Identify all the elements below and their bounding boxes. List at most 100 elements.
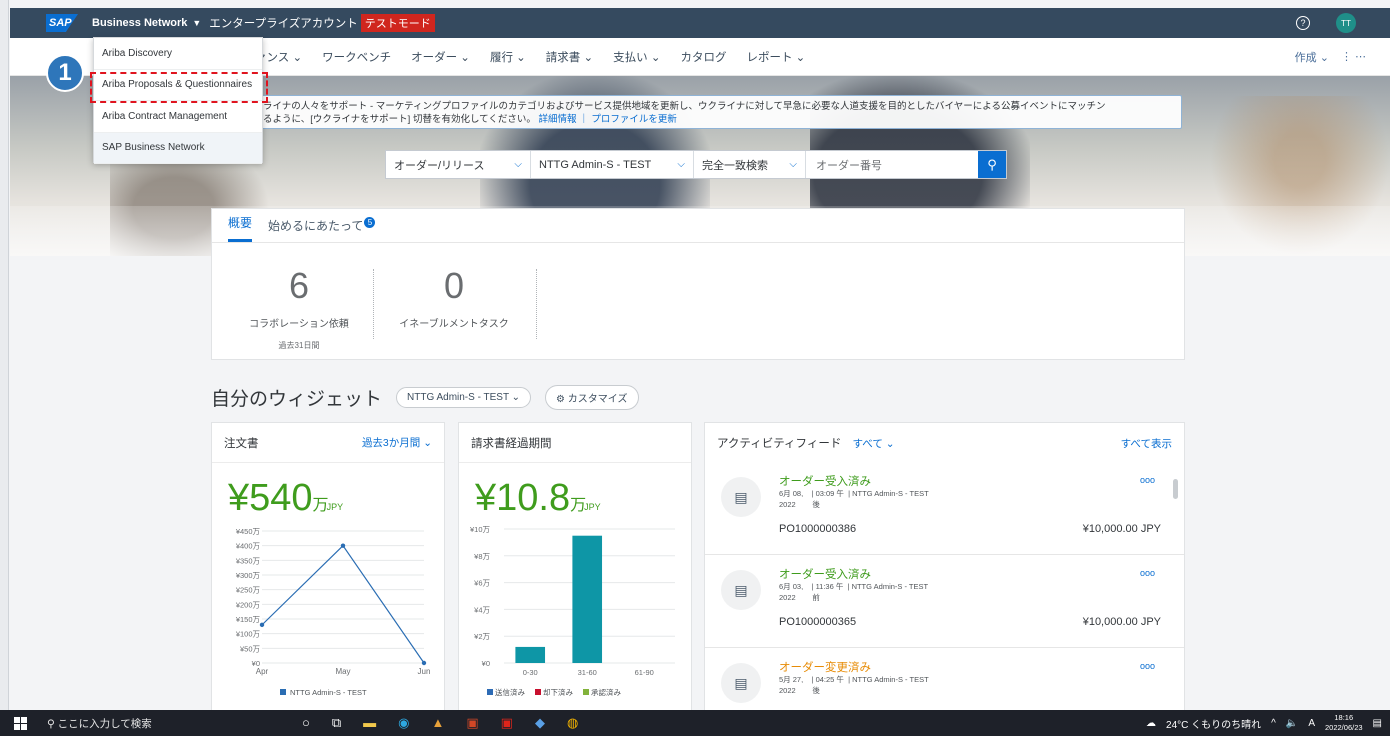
- account-type: エンタープライズアカウント: [209, 18, 358, 30]
- chrome-icon[interactable]: ◍: [567, 715, 578, 731]
- metric-collaboration[interactable]: 6 コラボレーション依頼 過去31日間: [228, 265, 370, 351]
- notification-badge: 5: [364, 217, 376, 228]
- invoice-title: 請求書経過期間: [471, 437, 552, 450]
- nav-item[interactable]: レポート ⌄: [746, 49, 805, 65]
- y-tick-label: ¥250万: [236, 586, 261, 595]
- show-all-link[interactable]: すべて表示: [1121, 436, 1172, 451]
- customize-button[interactable]: ⚙ カスタマイズ: [545, 385, 639, 410]
- help-icon[interactable]: ?: [1296, 16, 1310, 30]
- data-point: [421, 660, 427, 666]
- widgets-title: 自分のウィジェット: [211, 389, 383, 410]
- business-network-title[interactable]: Business Network: [92, 17, 187, 29]
- create-button[interactable]: 作成 ⌄: [1295, 49, 1329, 65]
- app-icon[interactable]: ▲: [432, 715, 445, 731]
- chevron-down-icon: ⌵: [677, 159, 685, 170]
- browser-edge: [0, 0, 9, 736]
- metric-enablement[interactable]: 0 イネーブルメントタスク: [384, 265, 524, 330]
- y-tick-label: ¥6万: [474, 579, 490, 588]
- feed-item-po[interactable]: PO1000000386: [779, 523, 856, 535]
- edge-icon[interactable]: ◉: [398, 715, 409, 731]
- more-actions-icon[interactable]: ⋮ ⋯: [1341, 50, 1366, 63]
- x-tick-label: Jun: [418, 667, 431, 676]
- avatar[interactable]: TT: [1336, 13, 1356, 33]
- legend-label: 送信済み: [495, 687, 525, 697]
- menu-item-sap-business-network[interactable]: SAP Business Network: [94, 132, 262, 164]
- period-select[interactable]: 過去3か月間 ⌄: [362, 435, 432, 450]
- acrobat-icon[interactable]: ▣: [501, 715, 513, 731]
- feed-item-title[interactable]: オーダー受入済み: [779, 566, 871, 582]
- feed-item-title[interactable]: オーダー受入済み: [779, 473, 871, 489]
- more-options-icon[interactable]: ooo: [1140, 568, 1155, 578]
- feed-item-title[interactable]: オーダー変更済み: [779, 659, 871, 675]
- feed-item-amount: ¥10,000.00 JPY: [1082, 616, 1161, 628]
- nav-item[interactable]: オーダー ⌄: [411, 49, 470, 65]
- powerpoint-icon[interactable]: ▣: [466, 715, 478, 731]
- search-icon: ⚲: [987, 156, 997, 172]
- widgets-header: 自分のウィジェット NTTG Admin-S - TEST ⌄ ⚙ カスタマイズ: [211, 384, 639, 411]
- order-number-input[interactable]: オーダー番号: [806, 151, 978, 178]
- search-bar: オーダー/リリース ⌵ NTTG Admin-S - TEST ⌵ 完全一致検索 ⌵ …: [385, 150, 1007, 179]
- ime-indicator[interactable]: A: [1308, 718, 1315, 729]
- y-tick-label: ¥8万: [474, 552, 490, 561]
- taskbar-search[interactable]: ⚲ ここに入力して検索: [47, 716, 152, 731]
- orders-amount: ¥540万JPY: [228, 477, 344, 519]
- tab-getting-started[interactable]: 始めるにあたって 5: [268, 217, 376, 242]
- invoice-aging-widget: 請求書経過期間 ¥10.8万JPY ¥0 ¥2万 ¥4万 ¥6万 ¥8万 ¥10万 0-30…: [458, 422, 692, 712]
- more-options-icon[interactable]: ooo: [1140, 475, 1155, 485]
- notification-icon[interactable]: ▤: [1373, 718, 1382, 729]
- menu-item-ariba-discovery[interactable]: Ariba Discovery: [94, 38, 262, 70]
- weather-text[interactable]: 24°C くもりのち晴れ: [1166, 716, 1261, 731]
- app-icon-2[interactable]: ◆: [535, 715, 545, 731]
- y-tick-label: ¥200万: [236, 600, 261, 609]
- customer-filter-pill[interactable]: NTTG Admin-S - TEST ⌄: [396, 387, 532, 408]
- windows-start-icon[interactable]: [14, 716, 27, 730]
- more-info-link[interactable]: 詳細情報: [539, 114, 577, 125]
- caret-down-icon[interactable]: ▼: [192, 18, 201, 28]
- legend-label: NTTG Admin-S - TEST: [290, 688, 367, 697]
- cortana-icon[interactable]: ○: [302, 715, 310, 731]
- sap-logo[interactable]: SAP: [46, 14, 78, 32]
- banner-line2: るように、[ウクライナをサポート] 切替を有効化してください。: [263, 114, 536, 125]
- clock[interactable]: 18:16 2022/06/23: [1325, 713, 1363, 733]
- search-button[interactable]: ⚲: [978, 151, 1006, 178]
- customer-select[interactable]: NTTG Admin-S - TEST ⌵: [531, 151, 694, 178]
- orders-widget: 注文書 過去3か月間 ⌄ ¥540万JPY ¥0 ¥50万 ¥100万 ¥150万 ¥20…: [211, 422, 445, 712]
- nav-item[interactable]: 請求書 ⌄: [546, 49, 593, 65]
- tab-overview[interactable]: 概要: [228, 214, 253, 242]
- feed-filter[interactable]: すべて ⌄: [853, 438, 895, 450]
- feed-item[interactable]: ▤ オーダー受入済み 6月 08, | 03:09 午 | NTTG Admin…: [705, 463, 1184, 555]
- tray-chevron-icon[interactable]: ^: [1271, 718, 1276, 729]
- update-profile-link[interactable]: プロファイルを更新: [591, 114, 677, 125]
- match-type-select[interactable]: 完全一致検索 ⌵: [694, 151, 806, 178]
- file-explorer-icon[interactable]: ▬: [363, 715, 376, 731]
- test-mode-badge: テストモード: [360, 14, 435, 32]
- y-tick-label: ¥100万: [236, 630, 261, 639]
- feed-item[interactable]: ▤ オーダー受入済み 6月 03, | 11:36 午 | NTTG Admin…: [705, 556, 1184, 648]
- x-tick-label: Apr: [256, 667, 269, 676]
- more-options-icon[interactable]: ooo: [1140, 661, 1155, 671]
- x-tick-label: 61-90: [635, 668, 654, 677]
- task-view-icon[interactable]: ⧉: [332, 715, 341, 731]
- nav-item[interactable]: カタログ: [680, 49, 726, 65]
- speaker-icon[interactable]: 🔈: [1286, 718, 1298, 729]
- y-tick-label: ¥10万: [470, 525, 491, 534]
- feed-item[interactable]: ▤ オーダー変更済み 5月 27, | 04:25 午 | NTTG Admin…: [705, 649, 1184, 711]
- weather-icon[interactable]: ☁: [1146, 718, 1156, 729]
- nav-item[interactable]: ワークベンチ: [322, 49, 391, 65]
- document-icon: ▤: [721, 663, 761, 703]
- feed-item-po[interactable]: PO1000000365: [779, 616, 856, 628]
- nav-item[interactable]: 支払い ⌄: [613, 49, 660, 65]
- menu-item-ariba-contract[interactable]: Ariba Contract Management: [94, 101, 262, 133]
- y-tick-label: ¥350万: [236, 556, 261, 565]
- feed-scrollbar[interactable]: [1173, 479, 1178, 499]
- chevron-down-icon: ⌵: [789, 159, 797, 170]
- activity-feed-widget: アクティビティフィード すべて ⌄ すべて表示 ▤ オーダー受入済み 6月 08…: [704, 422, 1185, 712]
- nav-item[interactable]: 履行 ⌄: [490, 49, 526, 65]
- x-tick-label: 0-30: [523, 668, 538, 677]
- y-tick-label: ¥300万: [236, 571, 261, 580]
- ukraine-support-banner: ライナの人々をサポート - マーケティングプロファイルのカテゴリおよびサービス提…: [254, 95, 1182, 129]
- orders-line-chart: ¥0¥50万¥100万¥150万¥200万¥250万¥300万¥350万¥400…: [236, 527, 431, 697]
- feed-item-meta: 5月 27, | 04:25 午 | NTTG Admin-S - TEST 20…: [779, 675, 929, 695]
- doc-type-select[interactable]: オーダー/リリース ⌵: [386, 151, 531, 178]
- overview-card: 概要 始めるにあたって 5 6 コラボレーション依頼 過去31日間 0 イネーブル…: [211, 208, 1185, 360]
